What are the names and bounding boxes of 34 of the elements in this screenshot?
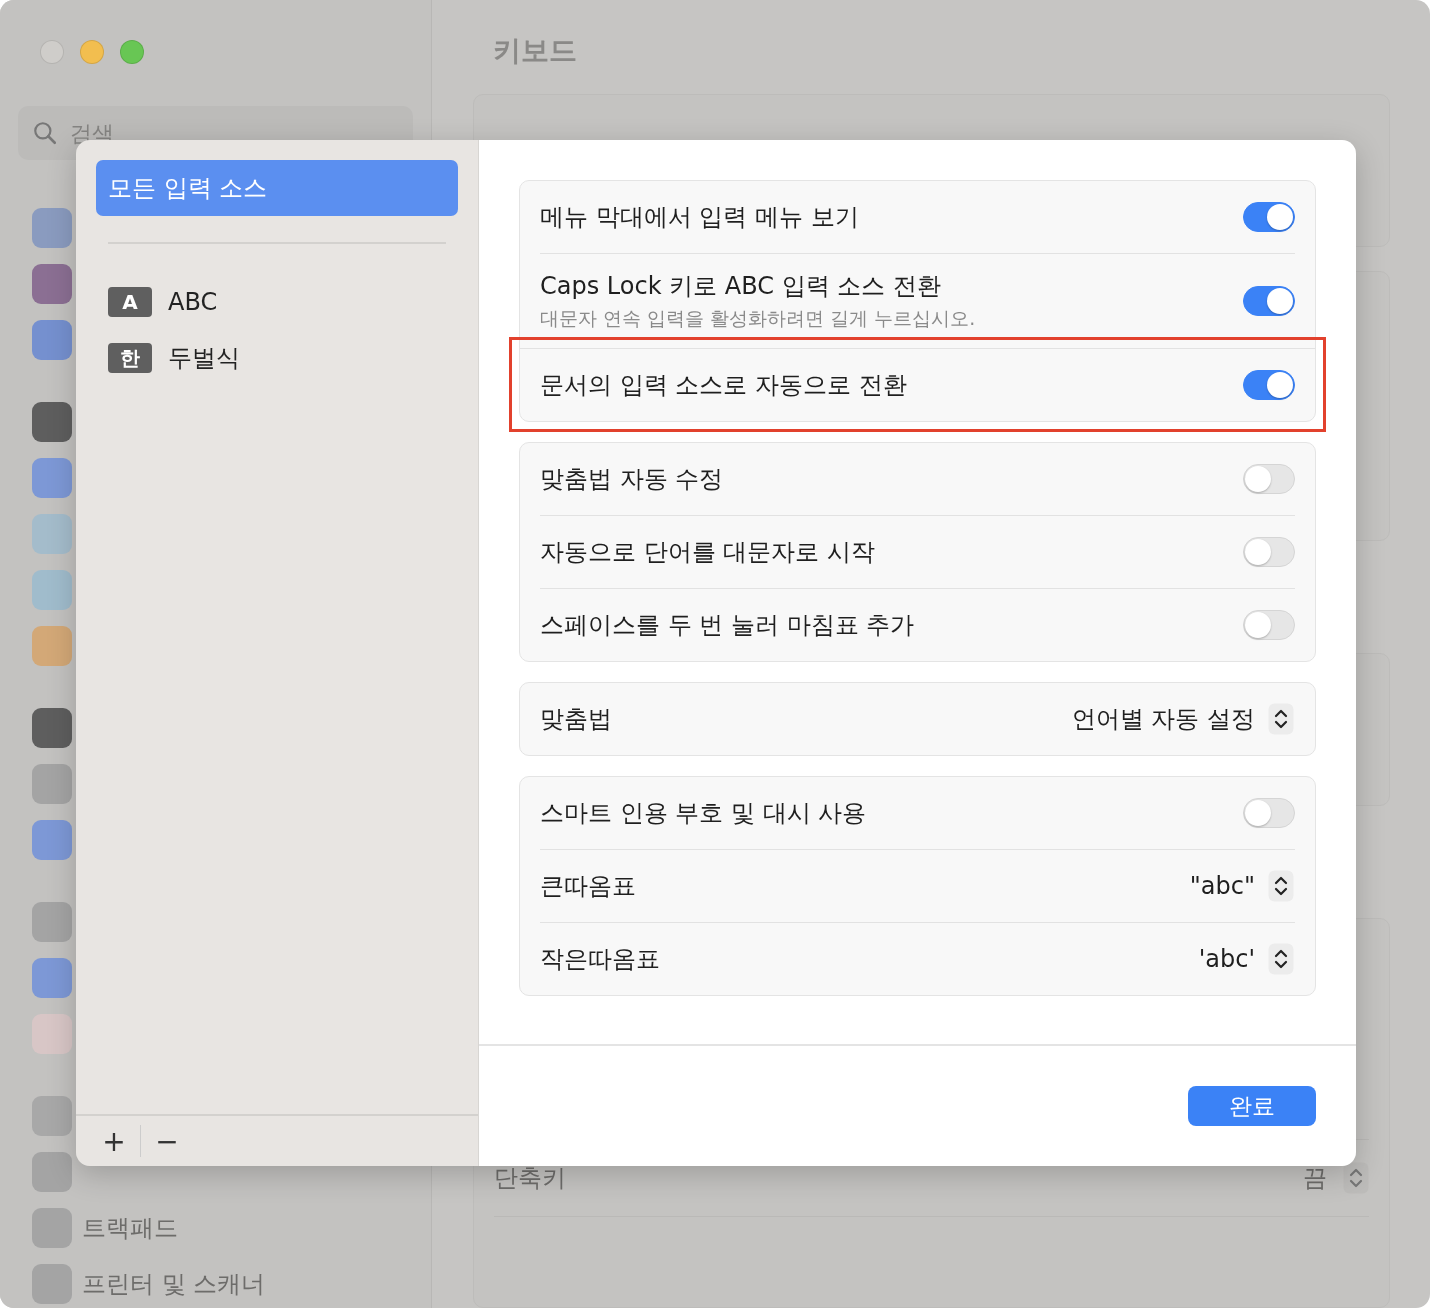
- input-source-item[interactable]: ABC: [168, 288, 218, 316]
- row-value: 끔: [1303, 1163, 1327, 1195]
- setting-label: 스마트 인용 부호 및 대시 사용: [540, 798, 868, 829]
- input-source-item[interactable]: 두벌식: [168, 342, 240, 374]
- setting-label: 큰따옴표: [540, 871, 637, 902]
- page-title: 키보드: [493, 33, 578, 69]
- setting-label: 맞춤법: [540, 704, 613, 735]
- source-badge: A: [108, 287, 152, 317]
- setting-label: 자동으로 단어를 대문자로 시작: [540, 537, 876, 568]
- stepper-icon[interactable]: [1267, 703, 1295, 735]
- setting-label: 스페이스를 두 번 눌러 마침표 추가: [540, 610, 916, 641]
- minimize-button[interactable]: [80, 40, 104, 64]
- toggle-switch[interactable]: [1243, 202, 1295, 232]
- stepper-icon[interactable]: [1267, 943, 1295, 975]
- zoom-button[interactable]: [120, 40, 144, 64]
- setting-label: 문서의 입력 소스로 자동으로 전환: [540, 370, 908, 401]
- popup-value[interactable]: "abc": [1189, 872, 1255, 900]
- setting-label: 맞춤법 자동 수정: [540, 464, 725, 495]
- add-button[interactable]: +: [92, 1121, 136, 1161]
- popup-value[interactable]: 'abc': [1198, 945, 1255, 973]
- stepper-icon[interactable]: [1267, 870, 1295, 902]
- setting-label: 작은따옴표: [540, 944, 661, 975]
- setting-description: 대문자 연속 입력을 활성화하려면 길게 누르십시오.: [540, 306, 977, 331]
- setting-label: 메뉴 막대에서 입력 메뉴 보기: [540, 202, 860, 233]
- toggle-switch[interactable]: [1243, 370, 1295, 400]
- remove-button[interactable]: −: [145, 1121, 189, 1161]
- close-button[interactable]: [40, 40, 64, 64]
- popup-value[interactable]: 언어별 자동 설정: [1071, 703, 1255, 735]
- done-button[interactable]: 완료: [1188, 1086, 1316, 1126]
- setting-label: Caps Lock 키로 ABC 입력 소스 전환: [540, 271, 942, 302]
- source-badge: 한: [108, 343, 152, 373]
- search-icon: [32, 120, 58, 146]
- toggle-switch[interactable]: [1243, 286, 1295, 316]
- row-label: 단축키: [494, 1163, 567, 1195]
